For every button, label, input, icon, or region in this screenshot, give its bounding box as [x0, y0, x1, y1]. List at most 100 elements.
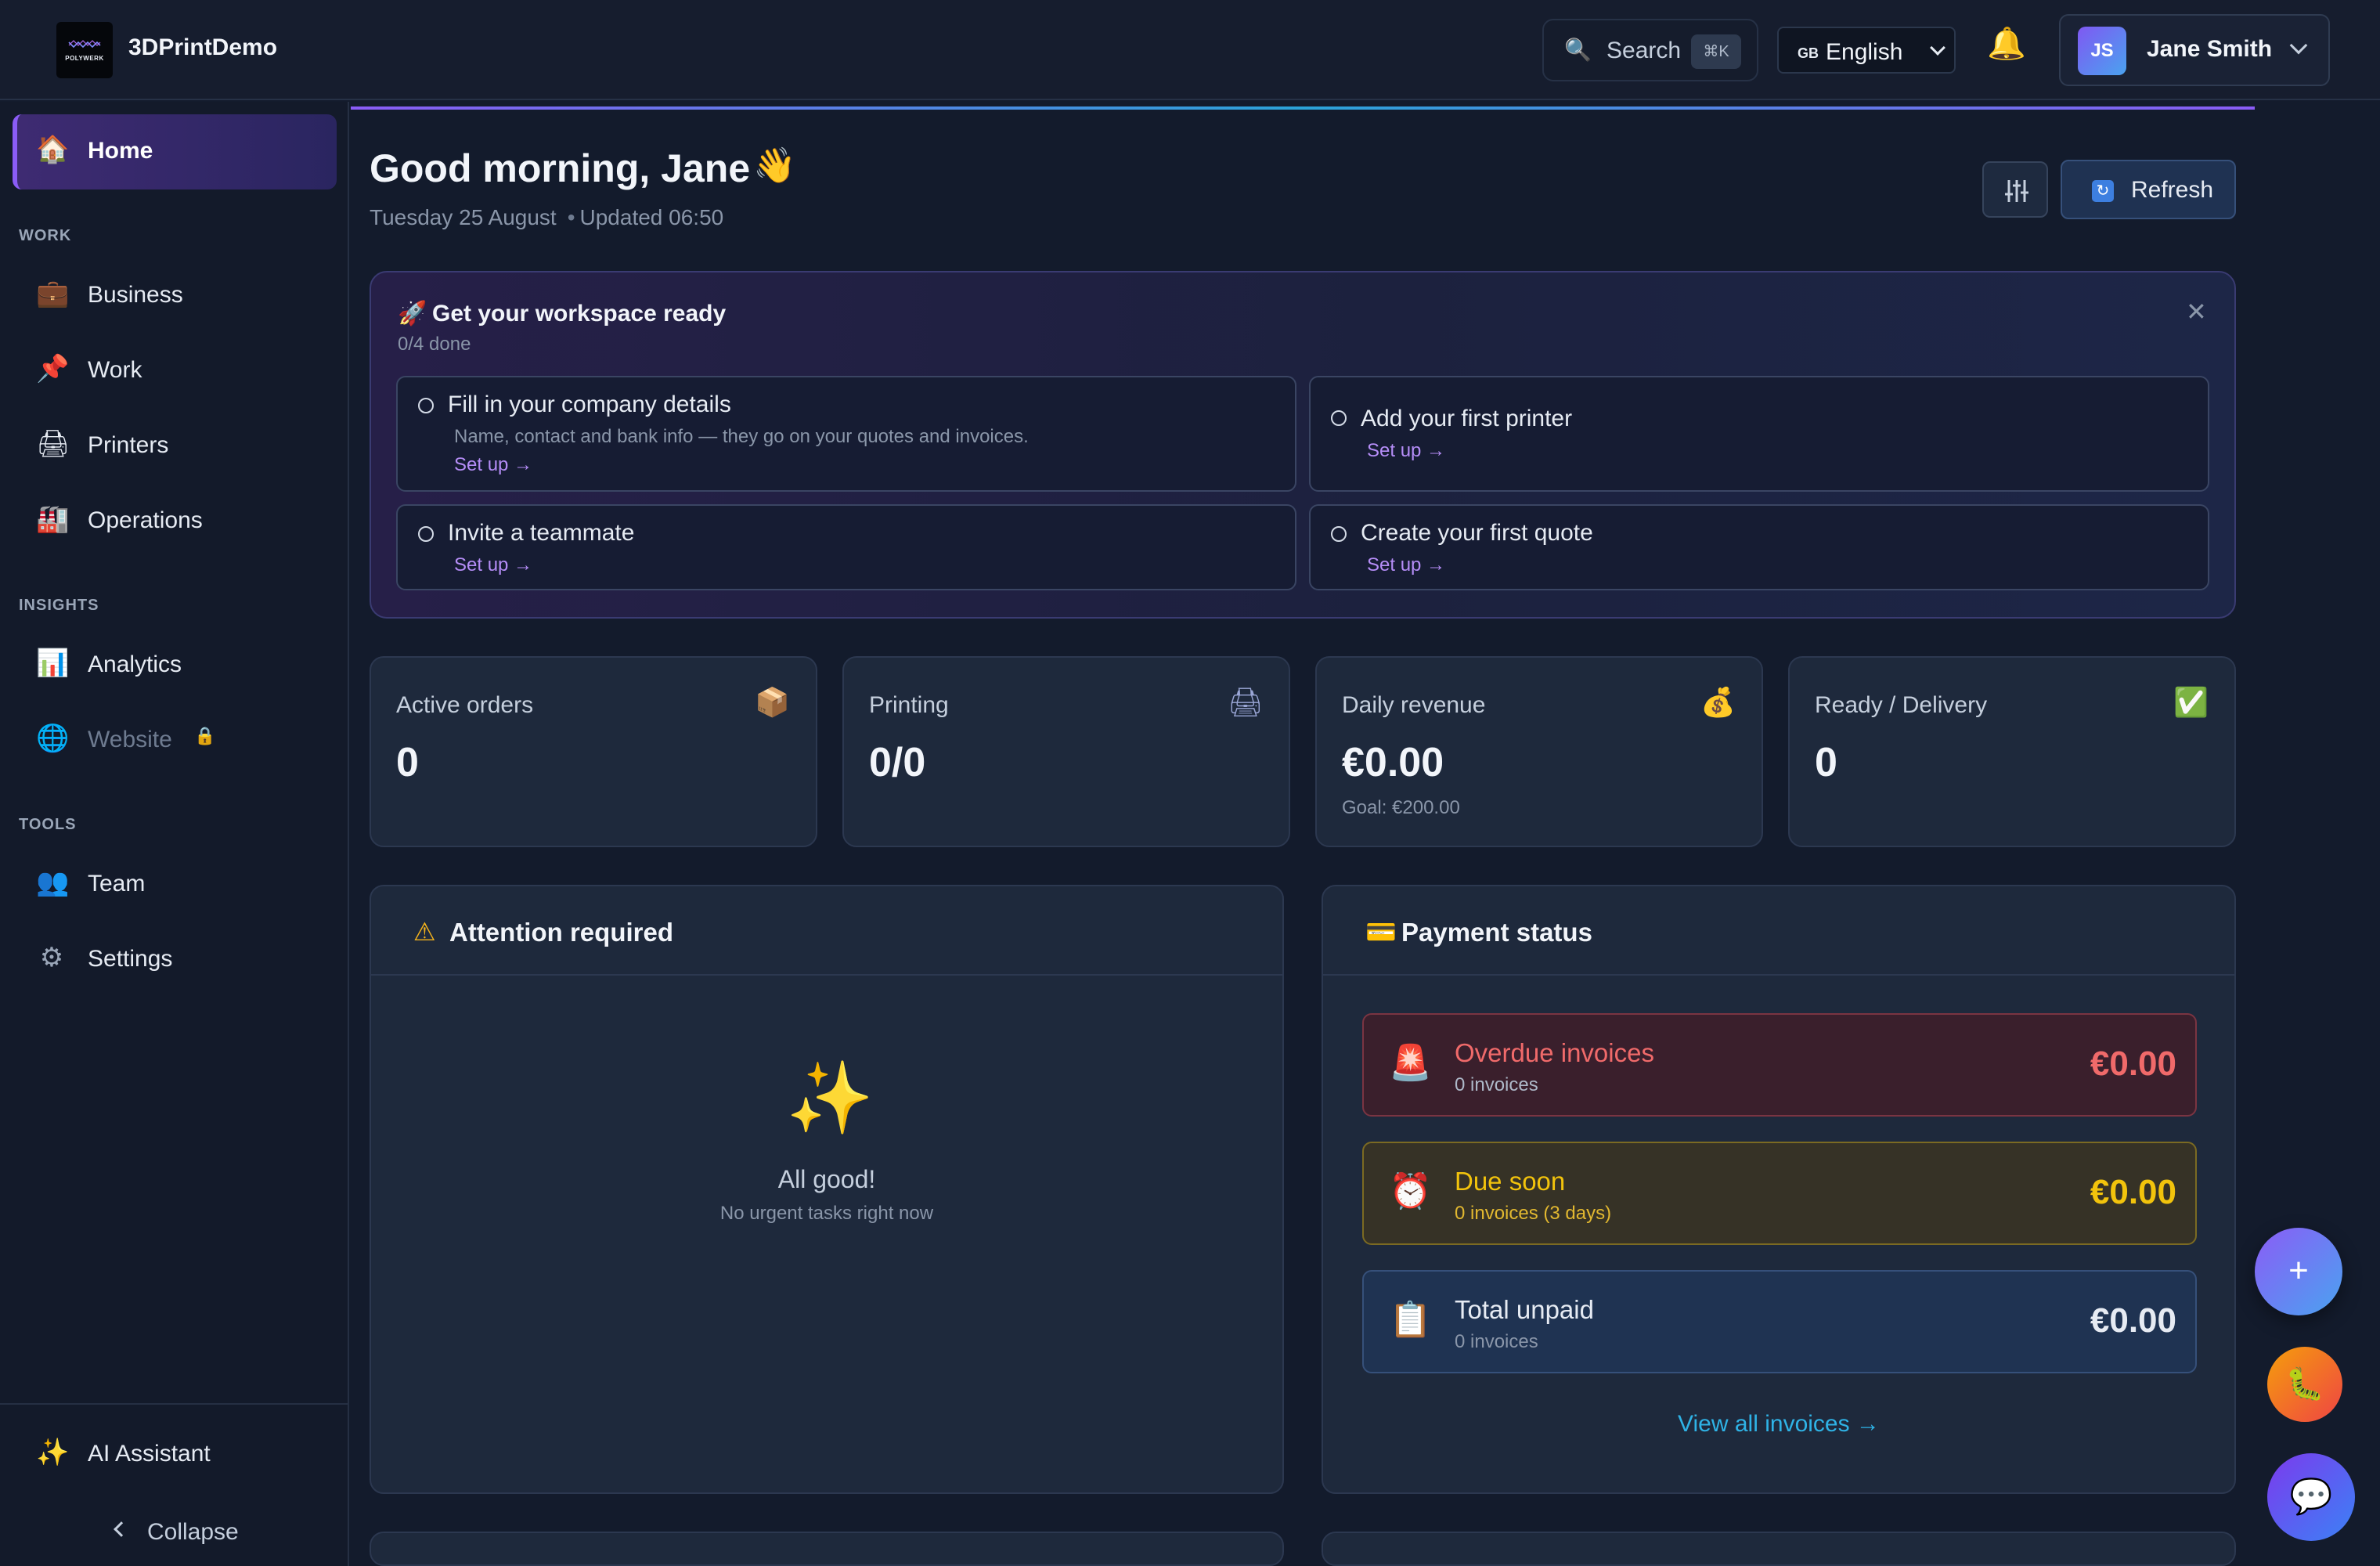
sidebar-item-work[interactable]: 📌 Work: [13, 334, 337, 409]
sidebar-item-home[interactable]: 🏠 Home: [13, 114, 337, 189]
task-description: Name, contact and bank info — they go on…: [454, 426, 1029, 447]
sidebar-item-business[interactable]: 💼 Business: [13, 258, 337, 334]
user-menu[interactable]: JS Jane Smith: [2059, 14, 2330, 86]
siren-icon: 🚨: [1389, 1043, 1432, 1083]
stat-card-printing[interactable]: Printing 🖨 0/0: [842, 656, 1290, 847]
section-label-work: WORK: [19, 227, 72, 244]
bell-icon[interactable]: 🔔: [1987, 28, 2026, 60]
sliders-icon: [2005, 180, 2028, 202]
plus-icon: +: [2288, 1251, 2309, 1290]
chat-bubble-icon: 💬: [2289, 1477, 2333, 1517]
sparkles-icon: ✨: [786, 1057, 874, 1139]
sidebar-item-website[interactable]: 🌐 Website 🔒: [13, 703, 337, 778]
sparkles-icon: ✨: [36, 1437, 70, 1468]
refresh-button[interactable]: ↻ Refresh: [2061, 160, 2236, 219]
empty-state-subtitle: No urgent tasks right now: [719, 1203, 934, 1224]
people-icon: 👥: [36, 867, 70, 898]
total-unpaid-row[interactable]: 📋 Total unpaid 0 invoices €0.00: [1362, 1270, 2197, 1373]
bug-report-button[interactable]: 🐛: [2267, 1347, 2342, 1422]
refresh-icon: ↻: [2092, 180, 2114, 202]
task-setup-link[interactable]: Set up →: [454, 554, 532, 576]
stat-label: Daily revenue: [1342, 692, 1486, 718]
chat-button[interactable]: 💬: [2267, 1453, 2355, 1541]
globe-icon: 🌐: [36, 723, 70, 754]
search-button[interactable]: 🔍 Search ⌘K: [1542, 19, 1758, 81]
task-setup-link[interactable]: Set up →: [454, 454, 532, 476]
brand-name[interactable]: 3DPrintDemo: [128, 34, 277, 61]
page-subtitle: Tuesday 25 August • Updated 06:50: [370, 205, 724, 229]
language-select[interactable]: GB English: [1777, 27, 1956, 74]
bug-icon: 🐛: [2285, 1366, 2324, 1402]
search-label: Search: [1606, 38, 1682, 63]
view-all-invoices-link[interactable]: View all invoices →: [1323, 1411, 2234, 1438]
sidebar-item-team[interactable]: 👥 Team: [13, 847, 337, 922]
collapse-label: Collapse: [147, 1519, 239, 1545]
avatar: JS: [2078, 27, 2126, 75]
page-title: Good morning, Jane: [370, 146, 751, 190]
overdue-invoices-row[interactable]: 🚨 Overdue invoices 0 invoices €0.00: [1362, 1013, 2197, 1117]
bar-chart-icon: 📊: [36, 648, 70, 679]
package-icon: 📦: [755, 687, 790, 719]
task-setup-link[interactable]: Set up →: [1367, 440, 1445, 462]
circle-icon: [418, 526, 434, 542]
printer-icon: 🖨: [36, 428, 70, 460]
collapse-button[interactable]: Collapse: [106, 1508, 263, 1555]
search-icon: 🔍: [1564, 37, 1592, 63]
task-title: Invite a teammate: [448, 520, 635, 546]
onboarding-task[interactable]: Add your first printer Set up →: [1309, 376, 2209, 492]
clipboard-icon: 📋: [1389, 1300, 1432, 1340]
stat-value: 0: [396, 740, 419, 785]
lock-icon: 🔒: [194, 727, 216, 746]
lower-panel: [1322, 1532, 2236, 1566]
gb-flag-icon: GB: [1798, 45, 1819, 61]
close-icon[interactable]: ✕: [2186, 299, 2207, 324]
ai-assistant-button[interactable]: ✨ AI Assistant: [13, 1417, 337, 1492]
panel-title: Payment status: [1401, 918, 1592, 947]
printer-icon: 🖨: [1228, 687, 1264, 719]
stat-card-daily-revenue[interactable]: Daily revenue 💰 €0.00 Goal: €200.00: [1315, 656, 1763, 847]
onboarding-task[interactable]: Create your first quote Set up →: [1309, 504, 2209, 590]
payment-row-amount: €0.00: [2090, 1173, 2176, 1211]
stat-value: 0: [1815, 740, 1837, 785]
stat-label: Printing: [869, 692, 949, 718]
circle-icon: [1331, 526, 1347, 542]
chevron-down-icon: [1930, 40, 1945, 56]
sidebar-item-operations[interactable]: 🏭 Operations: [13, 484, 337, 559]
sidebar-item-analytics[interactable]: 📊 Analytics: [13, 628, 337, 703]
payment-row-title: Total unpaid: [1455, 1295, 1594, 1324]
section-label-insights: INSIGHTS: [19, 597, 99, 614]
search-shortcut: ⌘K: [1691, 34, 1741, 69]
stat-card-ready-delivery[interactable]: Ready / Delivery ✅ 0: [1788, 656, 2236, 847]
chevron-left-icon: [114, 1521, 129, 1537]
panel-header: 💳 Payment status: [1323, 886, 2234, 976]
add-button[interactable]: +: [2255, 1228, 2342, 1315]
panel-header: ⚠ Attention required: [371, 886, 1282, 976]
stat-label: Ready / Delivery: [1815, 692, 1988, 718]
section-label-tools: TOOLS: [19, 816, 77, 833]
onboarding-task[interactable]: Fill in your company details Name, conta…: [396, 376, 1296, 492]
current-date: Tuesday 25 August: [370, 205, 557, 229]
stat-goal: Goal: €200.00: [1342, 797, 1460, 818]
credit-card-icon: 💳: [1365, 917, 1397, 947]
sidebar: 🏠 Home WORK 💼 Business 📌 Work 🖨 Printers…: [0, 102, 349, 1566]
payment-row-amount: €0.00: [2090, 1045, 2176, 1083]
stat-value: €0.00: [1342, 740, 1444, 785]
customize-button[interactable]: [1982, 161, 2048, 218]
sidebar-item-printers[interactable]: 🖨 Printers: [13, 409, 337, 484]
pushpin-icon: 📌: [36, 353, 70, 384]
house-icon: 🏠: [36, 134, 70, 165]
sidebar-item-label: Home: [88, 138, 153, 164]
warning-icon: ⚠: [413, 917, 436, 947]
brand-logo[interactable]: POLYWERK: [56, 22, 113, 78]
stat-card-active-orders[interactable]: Active orders 📦 0: [370, 656, 817, 847]
gear-icon: ⚙: [39, 942, 64, 973]
sidebar-item-settings[interactable]: ⚙ Settings: [13, 922, 337, 998]
task-setup-link[interactable]: Set up →: [1367, 554, 1445, 576]
circle-icon: [1331, 410, 1347, 426]
task-title: Add your first printer: [1361, 406, 1573, 431]
attention-panel: ⚠ Attention required ✨ All good! No urge…: [370, 885, 1284, 1494]
task-title: Fill in your company details: [448, 392, 731, 417]
due-soon-row[interactable]: ⏰ Due soon 0 invoices (3 days) €0.00: [1362, 1142, 2197, 1245]
sidebar-item-label: Settings: [88, 946, 173, 972]
onboarding-task[interactable]: Invite a teammate Set up →: [396, 504, 1296, 590]
